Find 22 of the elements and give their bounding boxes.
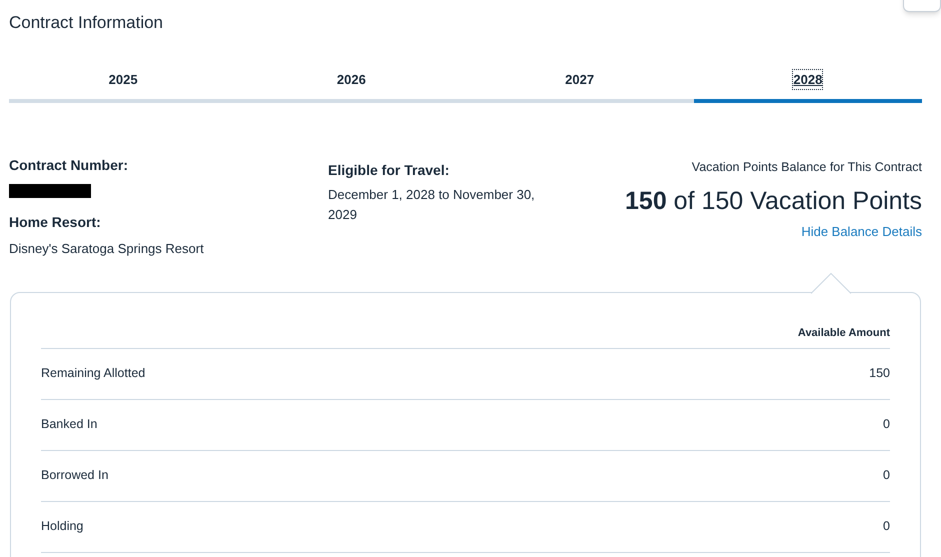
amount-cell-text: 0	[883, 518, 890, 536]
year-tab[interactable]: 2026	[237, 60, 466, 103]
row-label: Borrowed In	[41, 467, 108, 484]
field-label: Contract Number:	[9, 156, 130, 175]
amount-cell-text: 0	[883, 467, 890, 484]
row-label: Holding	[41, 518, 84, 536]
field-label: Eligible for Travel:	[328, 161, 450, 180]
balance-caption: Vacation Points Balance for This Contract	[692, 159, 922, 176]
hide-balance-link[interactable]: Hide Balance Details	[801, 222, 922, 242]
year-tab[interactable]: 2028	[694, 60, 922, 103]
home-resort-text: Disney's Saratoga Springs Resort	[9, 240, 205, 258]
amount-cell-text: 0	[883, 416, 890, 434]
page-title: Contract Information	[9, 12, 164, 34]
row-label: Remaining Allotted	[41, 365, 146, 382]
points-balance-text: 150 of 150 Vacation Points	[625, 186, 922, 217]
amount-cell-text: 150	[869, 365, 890, 382]
column-header: Available Amount	[798, 326, 890, 341]
year-tab[interactable]: 2025	[9, 60, 238, 103]
row-label: Banked In	[41, 416, 98, 434]
eligibility-dates-text: December 1, 2028 to November 30, 2029	[328, 186, 536, 224]
field-label: Home Resort:	[9, 213, 102, 232]
year-tab[interactable]: 2027	[466, 60, 694, 103]
